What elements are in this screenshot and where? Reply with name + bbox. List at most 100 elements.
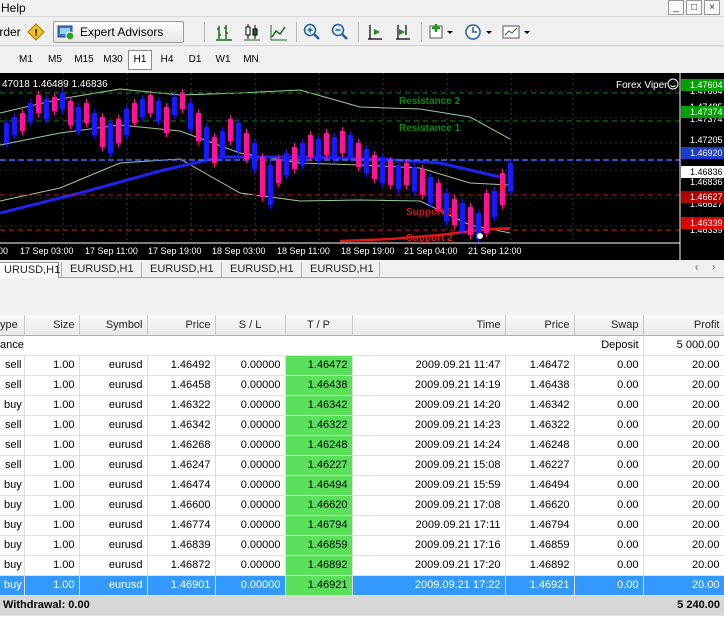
col-close-price[interactable]: Price: [505, 315, 575, 336]
line-chart-icon[interactable]: [268, 21, 290, 43]
row-time: 2009.09.21 15:08: [352, 455, 506, 476]
tf-d1[interactable]: D1: [183, 50, 207, 70]
chart-tabs: URUSD,H1 EURUSD,H1 EURUSD,H1 EURUSD,H1 E…: [0, 261, 724, 278]
row-time: 2009.09.21 14:23: [352, 415, 506, 436]
candle-body: [468, 207, 473, 235]
tab-scroll-right-icon[interactable]: ›: [712, 262, 715, 273]
row-swap: 0.00: [574, 415, 644, 436]
candle-body: [268, 165, 273, 205]
col-time[interactable]: Time: [352, 315, 506, 336]
table-row[interactable]: buy 1.00 eurusd 1.46839 0.00000 1.46859 2009.0…: [0, 535, 724, 556]
col-sl[interactable]: S / L: [215, 315, 286, 336]
table-row[interactable]: buy 1.00 eurusd 1.46901 0.00000 1.46921 2009.0…: [0, 575, 724, 596]
tf-m30[interactable]: M30: [99, 50, 127, 70]
price-chart[interactable]: 47018 1.46489 1.46836 Forex Viper Resist…: [0, 73, 724, 260]
alert-icon[interactable]: !: [25, 21, 47, 43]
maximize-button[interactable]: □: [686, 0, 702, 15]
tab-chart-1[interactable]: URUSD,H1: [0, 262, 60, 278]
tab-chart-3[interactable]: EURUSD,H1: [141, 262, 220, 278]
table-row[interactable]: buy 1.00 eurusd 1.46600 0.00000 1.46620 2009.0…: [0, 495, 724, 516]
row-sl: 0.00000: [215, 495, 286, 516]
minimize-button[interactable]: _: [668, 0, 684, 15]
row-time: 2009.09.21 17:20: [352, 555, 506, 576]
candlestick-icon[interactable]: [241, 21, 263, 43]
tf-m1[interactable]: M1: [14, 50, 38, 70]
row-close-price: 1.46620: [505, 495, 575, 516]
bar-chart-icon[interactable]: [213, 21, 235, 43]
smiley-mouth: [670, 85, 676, 88]
table-row[interactable]: sell 1.00 eurusd 1.46268 0.00000 1.46248 2009.…: [0, 435, 724, 456]
autoscroll-icon[interactable]: [392, 21, 414, 43]
row-swap: 0.00: [574, 435, 644, 456]
zoom-out-icon[interactable]: [329, 21, 351, 43]
tab-chart-5[interactable]: EURUSD,H1: [301, 262, 380, 278]
indicators-icon[interactable]: [427, 21, 457, 43]
close-button[interactable]: ×: [704, 0, 720, 15]
row-close-price: 1.46494: [505, 475, 575, 496]
row-profit: 20.00: [643, 395, 724, 416]
expert-advisors-button[interactable]: Expert Advisors: [53, 21, 184, 43]
candle-body: [356, 143, 361, 167]
candle-body: [156, 101, 161, 121]
table-row[interactable]: sell 1.00 eurusd 1.46247 0.00000 1.46227 2009.…: [0, 455, 724, 476]
tf-h1[interactable]: H1: [128, 50, 152, 70]
candle-body: [92, 113, 97, 135]
candle-body: [188, 103, 193, 129]
row-sl: 0.00000: [215, 575, 286, 596]
tab-scroll-left-icon[interactable]: ‹: [695, 262, 698, 273]
candle-body: [428, 177, 433, 203]
candle-body: [492, 191, 497, 217]
tf-h4[interactable]: H4: [155, 50, 179, 70]
col-symbol[interactable]: Symbol: [79, 315, 148, 336]
menu-bar: Help _ □ ×: [0, 0, 724, 17]
row-sl: 0.00000: [215, 455, 286, 476]
row-close-price: 1.46921: [505, 575, 575, 596]
col-size[interactable]: Size: [24, 315, 80, 336]
window-controls: _ □ ×: [668, 0, 720, 15]
tab-chart-4[interactable]: EURUSD,H1: [221, 262, 300, 278]
templates-icon[interactable]: [501, 21, 533, 43]
candle-body: [308, 135, 313, 157]
periods-clock-icon[interactable]: [463, 21, 495, 43]
row-profit: 20.00: [643, 515, 724, 536]
row-symbol: eurusd: [79, 495, 148, 516]
indicator-name: Forex Viper: [616, 80, 668, 91]
table-row[interactable]: buy 1.00 eurusd 1.46774 0.00000 1.46794 2009.0…: [0, 515, 724, 536]
price-tick-label: 1.46836: [690, 177, 723, 187]
row-price: 1.46458: [147, 375, 216, 396]
menu-help[interactable]: Help: [1, 1, 26, 15]
candle-body: [132, 103, 137, 123]
tab-chart-2[interactable]: EURUSD,H1: [61, 262, 140, 278]
row-profit: 20.00: [643, 555, 724, 576]
table-row[interactable]: sell 1.00 eurusd 1.46492 0.00000 1.46472 2009.…: [0, 355, 724, 376]
row-size: 1.00: [24, 495, 80, 516]
col-tp[interactable]: T / P: [285, 315, 353, 336]
row-size: 1.00: [24, 375, 80, 396]
candle-body: [236, 123, 241, 151]
row-price: 1.46872: [147, 555, 216, 576]
new-order-button[interactable]: rder: [0, 21, 21, 43]
candle-body: [372, 155, 377, 179]
chart-shift-icon[interactable]: [364, 21, 386, 43]
table-row[interactable]: buy 1.00 eurusd 1.46872 0.00000 1.46892 2009.0…: [0, 555, 724, 576]
price-tick-label: 1.47205: [690, 135, 723, 145]
tf-w1[interactable]: W1: [210, 50, 236, 70]
row-type: buy: [0, 475, 25, 496]
col-swap[interactable]: Swap: [574, 315, 644, 336]
summary-row: Withdrawal: 0.00 5 240.00: [0, 595, 724, 616]
candle-body: [180, 93, 185, 109]
row-size: 1.00: [24, 575, 80, 596]
tf-m5[interactable]: M5: [42, 50, 68, 70]
tf-mn[interactable]: MN: [239, 50, 263, 70]
zoom-in-icon[interactable]: [301, 21, 323, 43]
table-row[interactable]: sell 1.00 eurusd 1.46342 0.00000 1.46322 2009.…: [0, 415, 724, 436]
col-price[interactable]: Price: [147, 315, 216, 336]
table-row[interactable]: buy 1.00 eurusd 1.46474 0.00000 1.46494 2009.0…: [0, 475, 724, 496]
balance-row[interactable]: ance Deposit 5 000.00: [0, 335, 724, 356]
expert-advisors-label: Expert Advisors: [80, 25, 164, 39]
table-row[interactable]: sell 1.00 eurusd 1.46458 0.00000 1.46438 2009.…: [0, 375, 724, 396]
col-profit[interactable]: Profit: [643, 315, 724, 336]
col-type[interactable]: ype: [0, 315, 25, 336]
table-row[interactable]: buy 1.00 eurusd 1.46322 0.00000 1.46342 2009.0…: [0, 395, 724, 416]
tf-m15[interactable]: M15: [70, 50, 98, 70]
